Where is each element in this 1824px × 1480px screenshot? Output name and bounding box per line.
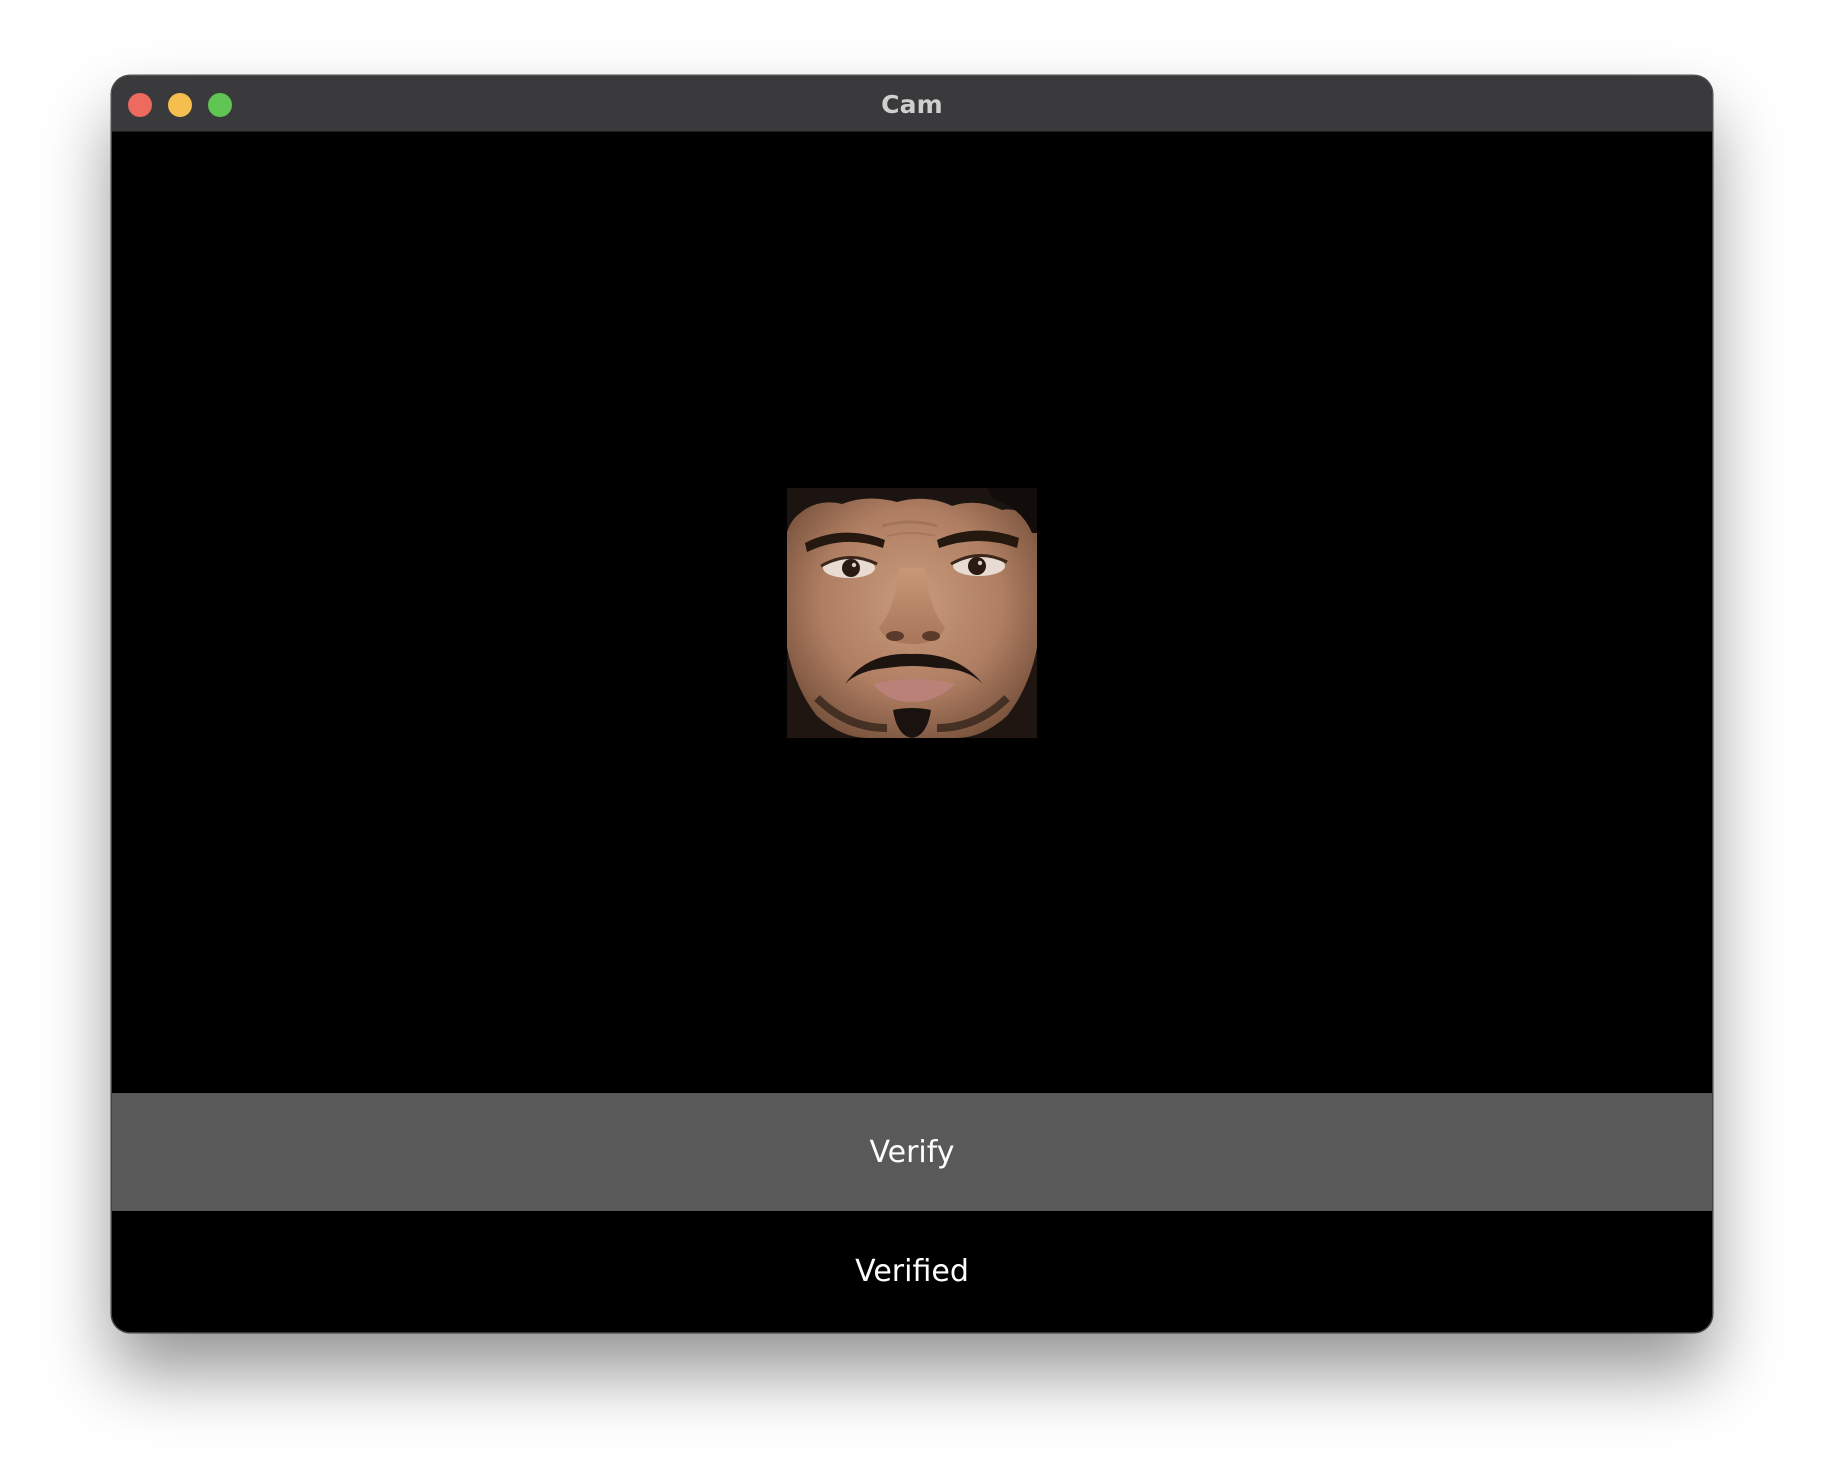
detected-face-image xyxy=(787,488,1037,738)
verification-status-text: Verified xyxy=(855,1254,969,1289)
cam-window: Cam Verify Verified xyxy=(112,76,1712,1332)
title-bar[interactable]: Cam xyxy=(112,76,1712,132)
camera-preview xyxy=(112,132,1712,1093)
face-illustration xyxy=(787,488,1037,738)
window-title: Cam xyxy=(881,90,943,119)
verification-status: Verified xyxy=(112,1211,1712,1332)
verify-button[interactable]: Verify xyxy=(112,1093,1712,1211)
